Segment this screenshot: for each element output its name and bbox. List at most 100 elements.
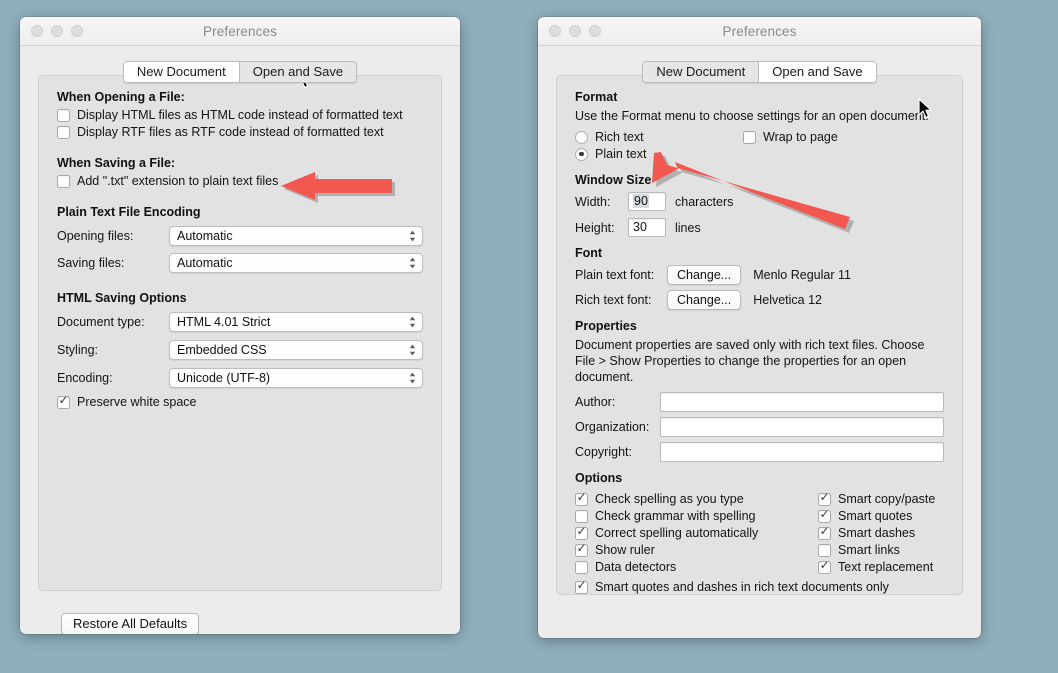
tab-panel-right: Format Use the Format menu to choose set… — [556, 75, 963, 595]
row-width: Width: 90 characters — [575, 192, 944, 211]
add-txt-extension-checkbox[interactable] — [57, 175, 70, 188]
checkbox-row-smart-quotes-rich-text-only[interactable]: Smart quotes and dashes in rich text doc… — [575, 580, 944, 594]
checkbox-row-correct-spelling[interactable]: Correct spelling automatically — [575, 526, 818, 540]
smart-dashes-checkbox[interactable] — [818, 527, 831, 540]
row-height: Height: 30 lines — [575, 218, 944, 237]
chevron-updown-icon — [408, 371, 417, 385]
close-button-icon[interactable] — [549, 25, 561, 37]
rich-text-font-value: Helvetica 12 — [753, 293, 822, 307]
plain-text-radio[interactable] — [575, 148, 588, 161]
styling-popup[interactable]: Embedded CSS — [169, 340, 423, 360]
show-ruler-label: Show ruler — [595, 543, 655, 557]
tab-open-and-save[interactable]: Open and Save — [240, 62, 356, 82]
close-button-icon[interactable] — [31, 25, 43, 37]
correct-spelling-checkbox[interactable] — [575, 527, 588, 540]
preferences-window-right[interactable]: Preferences New Document Open and Save F… — [538, 17, 981, 638]
width-input[interactable]: 90 — [628, 192, 666, 211]
wrap-to-page-label: Wrap to page — [763, 130, 838, 144]
row-organization: Organization: — [575, 417, 944, 437]
copyright-label: Copyright: — [575, 445, 660, 459]
checkbox-row-wrap-to-page[interactable]: Wrap to page — [743, 130, 838, 144]
row-styling: Styling: Embedded CSS — [57, 340, 423, 360]
radio-row-plain-text[interactable]: Plain text — [575, 147, 743, 161]
data-detectors-label: Data detectors — [595, 560, 676, 574]
titlebar-left[interactable]: Preferences — [20, 17, 460, 46]
smart-copy-paste-checkbox[interactable] — [818, 493, 831, 506]
tab-new-document[interactable]: New Document — [643, 62, 759, 82]
encoding-popup[interactable]: Unicode (UTF-8) — [169, 368, 423, 388]
checkbox-row-check-grammar[interactable]: Check grammar with spelling — [575, 509, 818, 523]
window-body-right: New Document Open and Save — [538, 61, 981, 83]
display-html-checkbox[interactable] — [57, 109, 70, 122]
check-spelling-checkbox[interactable] — [575, 493, 588, 506]
checkbox-row-check-spelling[interactable]: Check spelling as you type — [575, 492, 818, 506]
opening-files-popup[interactable]: Automatic — [169, 226, 423, 246]
plain-text-font-change-button[interactable]: Change... — [667, 265, 741, 285]
checkbox-row-smart-dashes[interactable]: Smart dashes — [818, 526, 935, 540]
styling-label: Styling: — [57, 343, 169, 357]
row-encoding: Encoding: Unicode (UTF-8) — [57, 368, 423, 388]
window-title: Preferences — [20, 17, 460, 46]
encoding-label: Encoding: — [57, 371, 169, 385]
smart-dashes-label: Smart dashes — [838, 526, 915, 540]
tab-new-document[interactable]: New Document — [124, 62, 240, 82]
author-label: Author: — [575, 395, 660, 409]
checkbox-row-show-ruler[interactable]: Show ruler — [575, 543, 818, 557]
show-ruler-checkbox[interactable] — [575, 544, 588, 557]
preferences-window-left[interactable]: Preferences New Document Open and Save W… — [20, 17, 460, 634]
display-rtf-checkbox[interactable] — [57, 126, 70, 139]
smart-quotes-rich-text-only-checkbox[interactable] — [575, 581, 588, 594]
styling-value: Embedded CSS — [177, 343, 267, 357]
rich-text-font-label: Rich text font: — [575, 293, 667, 307]
smart-copy-paste-label: Smart copy/paste — [838, 492, 935, 506]
checkbox-row-add-txt-extension[interactable]: Add ".txt" extension to plain text files — [57, 174, 423, 188]
smart-links-checkbox[interactable] — [818, 544, 831, 557]
checkbox-row-text-replacement[interactable]: Text replacement — [818, 560, 935, 574]
preserve-white-space-checkbox[interactable] — [57, 396, 70, 409]
maximize-button-icon[interactable] — [589, 25, 601, 37]
smart-quotes-checkbox[interactable] — [818, 510, 831, 523]
saving-files-popup[interactable]: Automatic — [169, 253, 423, 273]
wrap-to-page-checkbox[interactable] — [743, 131, 756, 144]
add-txt-extension-label: Add ".txt" extension to plain text files — [77, 174, 278, 188]
check-grammar-checkbox[interactable] — [575, 510, 588, 523]
minimize-button-icon[interactable] — [51, 25, 63, 37]
tabbar-right: New Document Open and Save — [556, 61, 963, 83]
row-saving-files: Saving files: Automatic — [57, 253, 423, 273]
window-body-left: New Document Open and Save — [20, 61, 460, 83]
height-input[interactable]: 30 — [628, 218, 666, 237]
copyright-input[interactable] — [660, 442, 944, 462]
minimize-button-icon[interactable] — [569, 25, 581, 37]
row-rich-text-font: Rich text font: Change... Helvetica 12 — [575, 290, 944, 310]
chevron-updown-icon — [408, 315, 417, 329]
document-type-popup[interactable]: HTML 4.01 Strict — [169, 312, 423, 332]
radio-row-rich-text[interactable]: Rich text — [575, 130, 743, 144]
checkbox-row-display-rtf[interactable]: Display RTF files as RTF code instead of… — [57, 125, 423, 139]
row-document-type: Document type: HTML 4.01 Strict — [57, 312, 423, 332]
rich-text-font-change-button[interactable]: Change... — [667, 290, 741, 310]
author-input[interactable] — [660, 392, 944, 412]
checkbox-row-preserve-white-space[interactable]: Preserve white space — [57, 395, 423, 409]
checkbox-row-smart-quotes[interactable]: Smart quotes — [818, 509, 935, 523]
properties-description: Document properties are saved only with … — [575, 337, 927, 385]
checkbox-row-smart-links[interactable]: Smart links — [818, 543, 935, 557]
text-replacement-label: Text replacement — [838, 560, 933, 574]
rich-text-radio[interactable] — [575, 131, 588, 144]
data-detectors-checkbox[interactable] — [575, 561, 588, 574]
checkbox-row-display-html[interactable]: Display HTML files as HTML code instead … — [57, 108, 423, 122]
window-title: Preferences — [538, 17, 981, 46]
heading-window-size: Window Size — [575, 173, 944, 187]
titlebar-right[interactable]: Preferences — [538, 17, 981, 46]
maximize-button-icon[interactable] — [71, 25, 83, 37]
text-replacement-checkbox[interactable] — [818, 561, 831, 574]
document-type-label: Document type: — [57, 315, 169, 329]
rich-text-label: Rich text — [595, 130, 644, 144]
heading-when-opening-a-file: When Opening a File: — [57, 90, 423, 104]
restore-all-defaults-button-left[interactable]: Restore All Defaults — [61, 613, 199, 634]
checkbox-row-smart-copy-paste[interactable]: Smart copy/paste — [818, 492, 935, 506]
checkbox-row-data-detectors[interactable]: Data detectors — [575, 560, 818, 574]
organization-input[interactable] — [660, 417, 944, 437]
tab-open-and-save[interactable]: Open and Save — [759, 62, 875, 82]
opening-files-value: Automatic — [177, 229, 233, 243]
correct-spelling-label: Correct spelling automatically — [595, 526, 758, 540]
